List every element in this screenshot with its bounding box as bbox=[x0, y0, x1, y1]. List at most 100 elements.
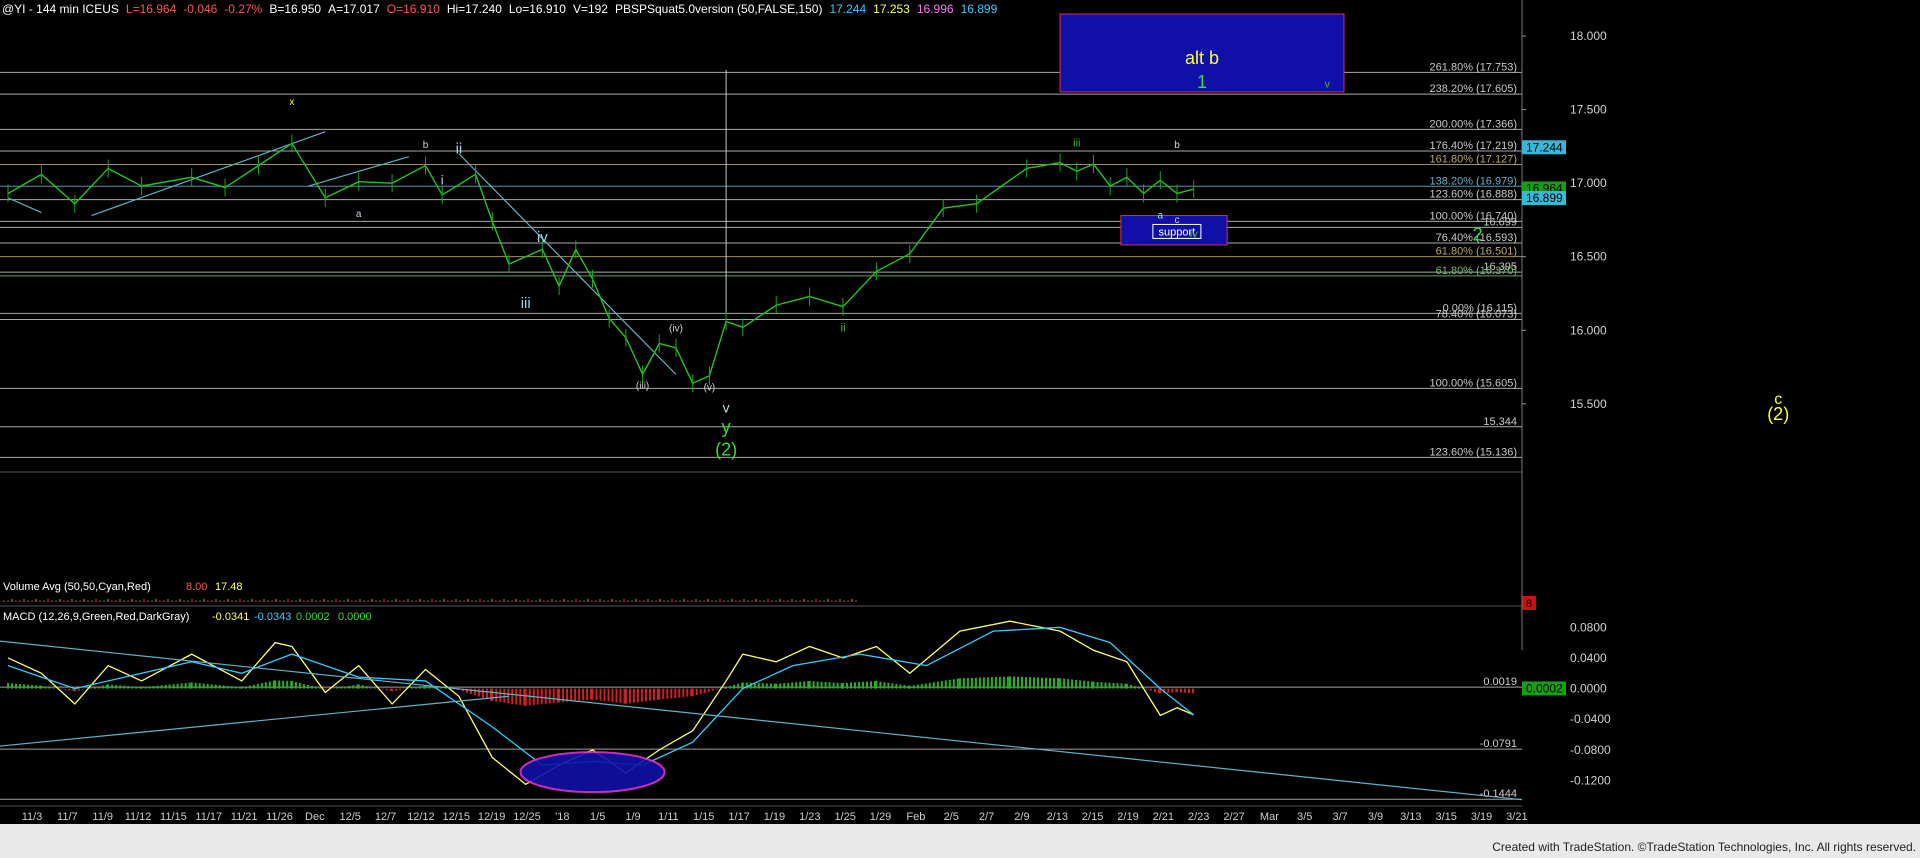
volume-pane: Volume Avg (50,50,Cyan,Red) 8.00 17.48 8 bbox=[0, 581, 1536, 610]
x-tick-label: 2/7 bbox=[979, 811, 994, 823]
x-tick-label: 11/12 bbox=[125, 811, 152, 823]
header-item: O=16.910 bbox=[386, 2, 440, 16]
header-item: -0.27% bbox=[224, 2, 263, 16]
x-tick-label: 11/17 bbox=[195, 811, 222, 823]
wave-label: y bbox=[722, 417, 731, 437]
wave-label: (2) bbox=[1767, 404, 1789, 424]
wave-label: i bbox=[441, 173, 444, 188]
price-badge-label: 16.899 bbox=[1526, 191, 1563, 205]
x-tick-label: 3/9 bbox=[1368, 811, 1383, 823]
macd-tick-label: -0.0400 bbox=[1570, 712, 1611, 726]
fib-level-label: 176.40% (17.219) bbox=[1430, 140, 1517, 152]
wave-label: c bbox=[1175, 215, 1180, 226]
x-tick-label: 1/29 bbox=[870, 811, 891, 823]
x-tick-label: 2/5 bbox=[944, 811, 959, 823]
wave-label: x bbox=[289, 97, 294, 108]
x-tick-label: '18 bbox=[555, 811, 569, 823]
wave-label: b bbox=[1174, 140, 1180, 151]
x-tick-label: Mar bbox=[1260, 811, 1279, 823]
price-tick-label: 18.000 bbox=[1570, 29, 1607, 43]
price-tick-label: 17.500 bbox=[1570, 103, 1607, 117]
fib-level-label: 261.80% (17.753) bbox=[1430, 61, 1517, 73]
x-tick-label: 2/21 bbox=[1153, 811, 1174, 823]
macd-trend-line bbox=[0, 695, 510, 747]
x-tick-label: 1/11 bbox=[658, 811, 679, 823]
header-item: PBSPSquat5.0version (50,FALSE,150) bbox=[614, 2, 823, 16]
fib-level-label: 61.80% (16.501) bbox=[1436, 246, 1517, 258]
macd-tick-label: 0.0400 bbox=[1570, 651, 1607, 665]
x-tick-label: 1/9 bbox=[625, 811, 640, 823]
macd-value: 0.0002 bbox=[296, 611, 330, 623]
fib-level-label: 238.20% (17.605) bbox=[1430, 83, 1517, 95]
header-item: 17.244 bbox=[829, 2, 867, 16]
x-tick-label: 1/19 bbox=[764, 811, 785, 823]
price-tick-label: 16.000 bbox=[1570, 323, 1607, 337]
x-tick-label: 2/9 bbox=[1014, 811, 1029, 823]
macd-tick-label: -0.1200 bbox=[1570, 774, 1611, 788]
x-tick-label: 2/23 bbox=[1188, 811, 1209, 823]
macd-tick-label: 0.0000 bbox=[1570, 682, 1607, 696]
x-tick-label: 3/7 bbox=[1332, 811, 1347, 823]
header-item: L=16.964 bbox=[125, 2, 177, 16]
x-tick-label: Dec bbox=[305, 811, 325, 823]
fib-level-label: 78.40% (16.073) bbox=[1436, 309, 1517, 321]
x-tick-label: 1/25 bbox=[834, 811, 855, 823]
fib-level-label: 61.80% (16.370) bbox=[1436, 265, 1517, 277]
wave-label: v bbox=[1325, 79, 1331, 91]
macd-pane: MACD (12,26,9,Green,Red,DarkGray) -0.0341… bbox=[0, 611, 1611, 801]
trend-channel-line bbox=[458, 153, 677, 375]
wave-label: ii bbox=[456, 141, 463, 158]
fib-level-label: 161.80% (17.127) bbox=[1430, 153, 1517, 165]
price-series bbox=[7, 134, 1195, 393]
x-tick-label: 1/5 bbox=[590, 811, 605, 823]
macd-level-label: 0.0019 bbox=[1483, 676, 1517, 688]
price-badge-label: 17.244 bbox=[1526, 140, 1563, 154]
x-tick-label: 12/25 bbox=[513, 811, 541, 823]
footer-credit: Created with TradeStation. ©TradeStation… bbox=[1492, 840, 1916, 854]
header-item: V=192 bbox=[572, 2, 608, 16]
price-tick-label: 16.500 bbox=[1570, 250, 1607, 264]
price-tick-label: 17.000 bbox=[1570, 176, 1607, 190]
x-tick-label: 11/21 bbox=[231, 811, 258, 823]
macd-value: 0.0000 bbox=[338, 611, 372, 623]
macd-badge-label: 0.0002 bbox=[1526, 681, 1563, 695]
volume-label: Volume Avg (50,50,Cyan,Red) bbox=[3, 581, 151, 593]
header-item: @YI - 144 min ICEUS bbox=[2, 2, 119, 16]
x-tick-label: 11/9 bbox=[92, 811, 113, 823]
x-tick-label: 11/3 bbox=[22, 811, 43, 823]
x-tick-label: 2/27 bbox=[1223, 811, 1244, 823]
fib-level-label: 100.00% (15.605) bbox=[1430, 377, 1517, 389]
macd-tick-label: -0.0800 bbox=[1570, 743, 1611, 757]
header-item: 16.996 bbox=[916, 2, 954, 16]
header-item: A=17.017 bbox=[328, 2, 380, 16]
x-tick-label: 2/15 bbox=[1082, 811, 1103, 823]
x-tick-label: 3/21 bbox=[1506, 811, 1527, 823]
annotation-boxes: alt b1support bbox=[725, 13, 1345, 313]
axes: 18.000 17.500 17.000 16.500 16.000 15.500 17.2… bbox=[0, 0, 1607, 823]
x-tick-label: 2/19 bbox=[1117, 811, 1138, 823]
macd-tick-label: 0.0800 bbox=[1570, 620, 1607, 634]
fib-level-label: 138.20% (16.979) bbox=[1430, 175, 1517, 187]
wave-labels: xab iiiiviii(iv)(iii) (v)vy(2)iiiii ba civv2… bbox=[289, 79, 1789, 460]
header-item: Lo=16.910 bbox=[508, 2, 566, 16]
x-tick-label: 12/15 bbox=[442, 811, 470, 823]
alt-box-title: alt b bbox=[1185, 48, 1219, 68]
wave-label: iii bbox=[1073, 137, 1080, 149]
x-tick-label: 1/17 bbox=[728, 811, 749, 823]
x-tick-label: 11/7 bbox=[57, 811, 78, 823]
wave-label: a bbox=[1158, 210, 1164, 221]
header-item: -0.046 bbox=[183, 2, 218, 16]
fib-level-label: 15.344 bbox=[1483, 416, 1517, 428]
macd-label: MACD (12,26,9,Green,Red,DarkGray) bbox=[3, 611, 189, 623]
x-tick-label: 1/23 bbox=[799, 811, 820, 823]
fib-level-label: 123.60% (15.136) bbox=[1430, 446, 1517, 458]
wave-label: 2 bbox=[1473, 225, 1483, 245]
x-tick-label: 11/26 bbox=[266, 811, 293, 823]
header-item: 16.899 bbox=[960, 2, 998, 16]
header-item: Hi=17.240 bbox=[446, 2, 502, 16]
alt-box-wave: 1 bbox=[1197, 72, 1207, 92]
x-tick-label: 11/15 bbox=[160, 811, 187, 823]
wave-label: iv bbox=[537, 229, 548, 246]
x-tick-label: 12/7 bbox=[375, 811, 396, 823]
fib-level-label: 200.00% (17.366) bbox=[1430, 118, 1517, 130]
